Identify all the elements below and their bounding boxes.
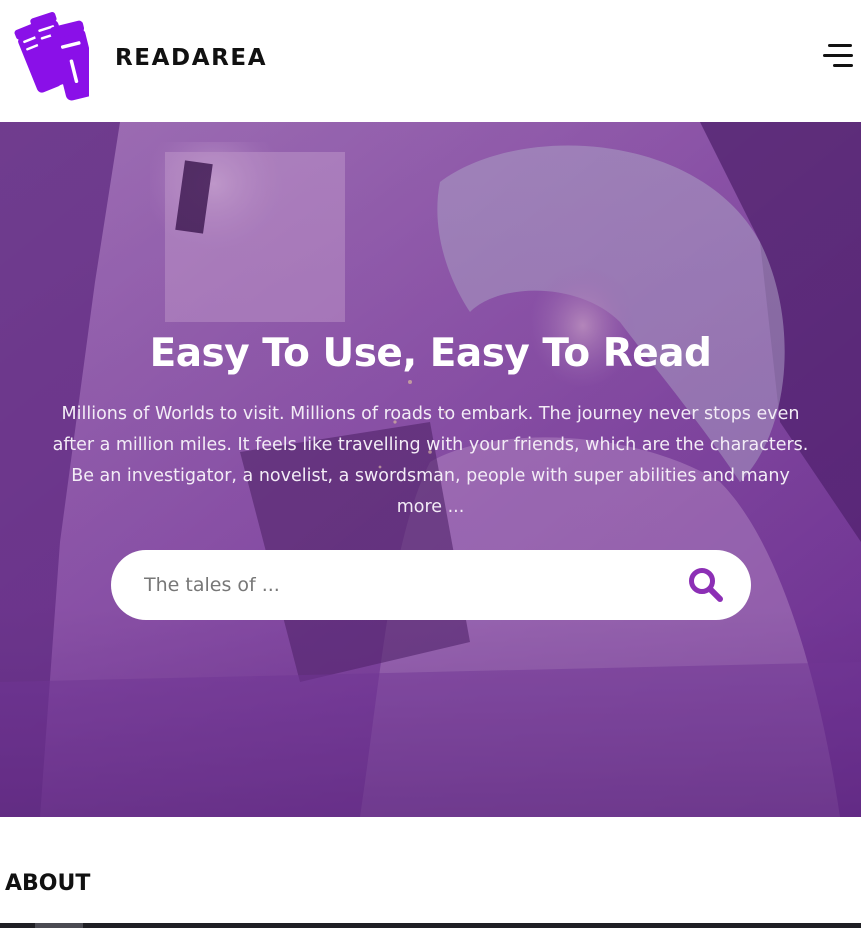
hero-section: Easy To Use, Easy To Read Millions of Wo… xyxy=(0,122,861,817)
books-icon xyxy=(14,12,89,101)
hamburger-menu-icon[interactable] xyxy=(823,42,855,70)
about-section-image-edge xyxy=(0,923,861,928)
about-heading: ABOUT xyxy=(5,871,91,896)
site-header: READAREA xyxy=(0,0,861,122)
hero-title: Easy To Use, Easy To Read xyxy=(149,331,712,376)
about-section-image-accent xyxy=(35,923,83,928)
hero-description: Millions of Worlds to visit. Millions of… xyxy=(52,404,809,517)
brand-name[interactable]: READAREA xyxy=(115,44,267,72)
search-input[interactable] xyxy=(141,565,661,605)
search-bar xyxy=(111,550,751,620)
search-icon[interactable] xyxy=(687,566,725,604)
